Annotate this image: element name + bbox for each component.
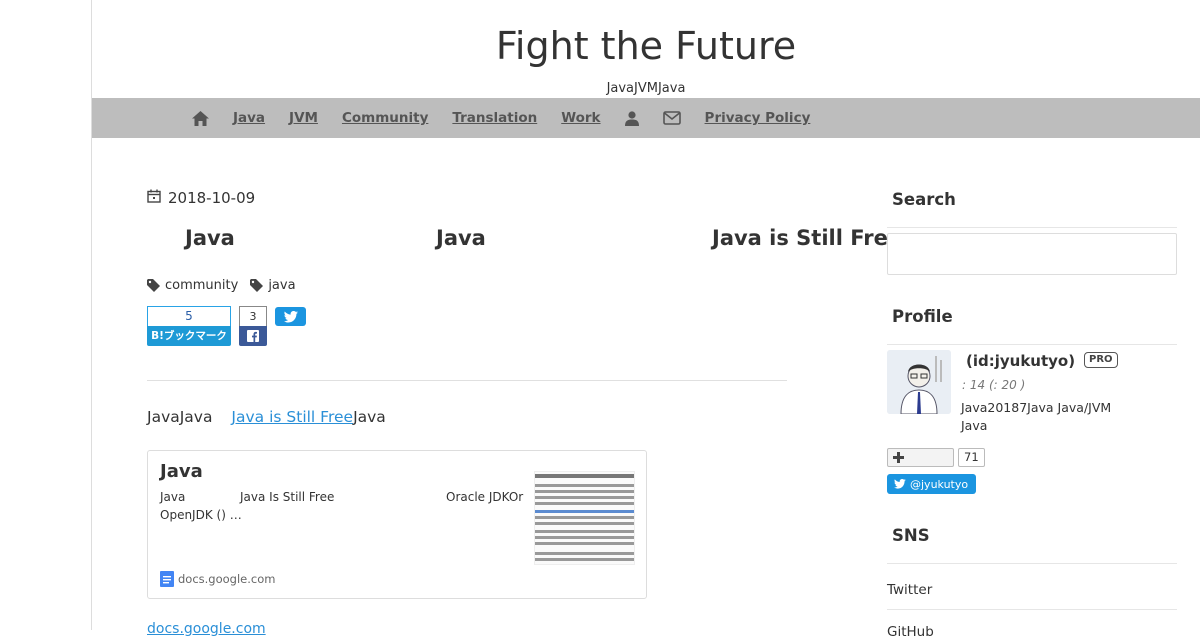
embed-card-source[interactable]: docs.google.com	[160, 571, 275, 587]
calendar-icon	[147, 188, 161, 207]
profile-bio-line: Java	[961, 418, 988, 433]
search-module-title: Search	[887, 190, 1177, 228]
twitter-follow-button[interactable]: @jyukutyo	[887, 474, 976, 494]
divider	[147, 380, 787, 381]
tag-community[interactable]: community	[147, 278, 238, 293]
embed-desc-part: Java	[160, 490, 186, 504]
left-rail	[0, 0, 92, 630]
facebook-share-button[interactable]: 3	[239, 306, 267, 346]
sns-twitter-link[interactable]: Twitter	[887, 582, 1177, 598]
intro-prefix: JavaJava	[147, 408, 213, 426]
embed-desc-part: Oracle JDKOr	[446, 490, 524, 504]
entry-title-part: Java	[185, 226, 235, 250]
profile-bio-line: Java20187Java Java/JVM	[961, 400, 1112, 415]
embed-card-thumbnail[interactable]	[534, 471, 635, 565]
embed-card-source-label: docs.google.com	[178, 572, 276, 586]
hatena-bookmark-button[interactable]: 5 B!ブックマーク	[147, 306, 231, 346]
mail-icon[interactable]	[662, 111, 681, 125]
nav-java[interactable]: Java	[233, 98, 265, 138]
pro-badge[interactable]: PRO	[1084, 352, 1118, 368]
reader-count: 71	[958, 448, 985, 467]
hatena-bookmark-count[interactable]: 5	[147, 306, 231, 326]
embed-desc-part: OpenJDK () …	[160, 508, 242, 522]
search-input[interactable]	[887, 233, 1177, 275]
twitter-handle: @jyukutyo	[910, 477, 969, 491]
nav-translation[interactable]: Translation	[452, 98, 537, 138]
profile-id[interactable]: (id:jyukutyo)	[966, 352, 1075, 370]
tag-icon	[147, 279, 160, 292]
hatena-bookmark-label: B!ブックマーク	[147, 326, 231, 346]
embed-card[interactable]: Java Java Java Is Still Free Oracle JDKO…	[147, 450, 647, 599]
entry-intro: JavaJava Java is Still FreeJava	[147, 408, 386, 426]
entry-date[interactable]: 2018-10-09	[147, 188, 255, 207]
intro-suffix: Java	[353, 408, 386, 426]
entry-tags: community java	[147, 278, 308, 293]
tag-java[interactable]: java	[250, 278, 296, 293]
sns-module-title: SNS	[887, 526, 1177, 564]
profile-bio: Java20187Java Java/JVM Java	[961, 399, 1171, 435]
profile-meta: : 14 (: 20 )	[962, 378, 1026, 392]
nav-jvm[interactable]: JVM	[289, 98, 318, 138]
avatar[interactable]	[887, 350, 951, 414]
subscribe-button[interactable]	[887, 448, 954, 467]
person-icon[interactable]	[624, 110, 639, 126]
entry-title-part: Java is Still Free	[712, 226, 903, 250]
facebook-share-count: 3	[239, 306, 267, 326]
plus-icon	[893, 452, 904, 463]
home-icon[interactable]	[192, 110, 209, 126]
google-docs-icon	[160, 571, 174, 587]
intro-link[interactable]: Java is Still Free	[231, 408, 353, 426]
global-nav: Java JVM Community Translation Work Priv…	[92, 98, 1200, 138]
nav-work[interactable]: Work	[561, 98, 600, 138]
sns-github-link[interactable]: GitHub	[887, 624, 1177, 640]
twitter-icon	[283, 310, 298, 322]
nav-community[interactable]: Community	[342, 98, 428, 138]
embed-card-description: Java Java Is Still Free Oracle JDKOr Ope…	[160, 488, 530, 524]
nav-privacy-policy[interactable]: Privacy Policy	[705, 98, 811, 138]
profile-module-title: Profile	[887, 307, 1177, 345]
embed-desc-part: Java Is Still Free	[240, 490, 335, 504]
site-description: JavaJVMJava	[606, 81, 686, 96]
entry-title-part: Java	[436, 226, 486, 250]
tag-label: community	[165, 278, 239, 293]
site-title[interactable]: Fight the Future	[92, 22, 1200, 70]
entry-date-text: 2018-10-09	[168, 188, 256, 207]
twitter-share-button[interactable]	[275, 307, 306, 326]
entry-title[interactable]: Java Java Java is Still Free	[147, 226, 907, 256]
tag-label: java	[268, 278, 296, 293]
tag-icon	[250, 279, 264, 292]
divider	[887, 609, 1177, 610]
facebook-icon	[239, 326, 267, 346]
docs-link[interactable]: docs.google.com	[147, 621, 266, 637]
twitter-icon	[894, 479, 906, 489]
site-header: Fight the Future JavaJVMJava	[92, 0, 1200, 98]
embed-card-title[interactable]: Java	[160, 461, 203, 482]
